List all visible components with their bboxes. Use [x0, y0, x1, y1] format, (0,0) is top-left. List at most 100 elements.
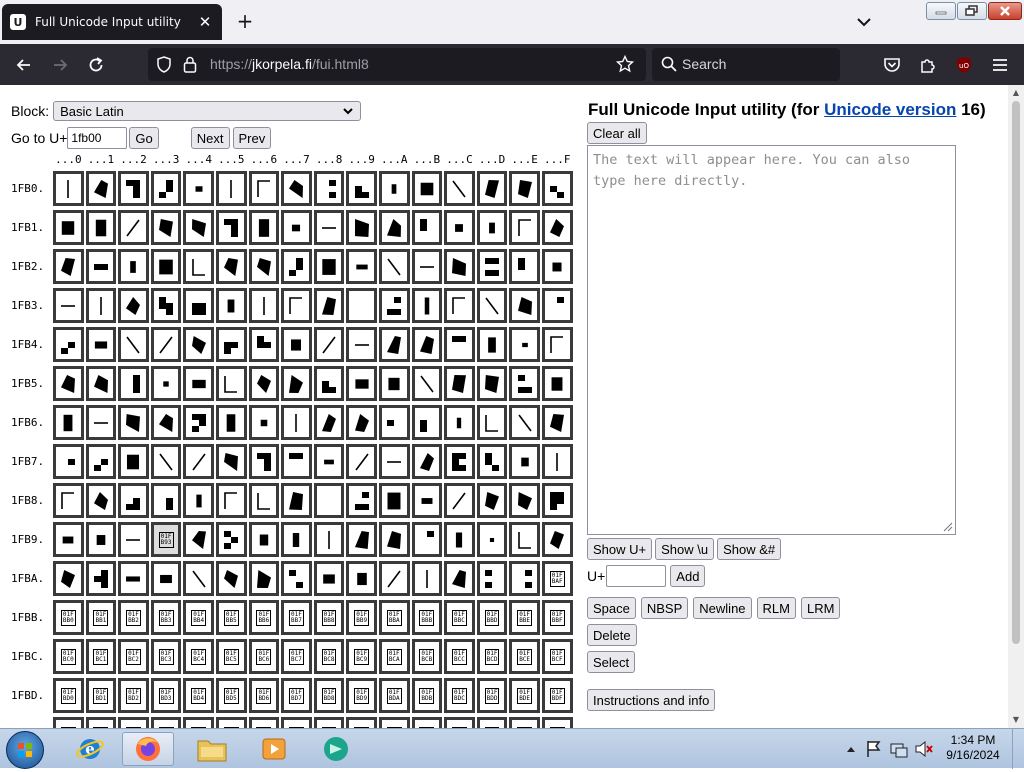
- back-button[interactable]: [11, 52, 37, 78]
- taskbar-firefox[interactable]: [122, 732, 174, 766]
- window-close-button[interactable]: [988, 2, 1022, 20]
- character-cell[interactable]: 01F BDA: [378, 678, 410, 713]
- character-cell[interactable]: [346, 522, 377, 557]
- character-cell[interactable]: [313, 522, 345, 557]
- character-cell[interactable]: [183, 405, 214, 440]
- character-cell[interactable]: [476, 288, 508, 323]
- character-cell[interactable]: [183, 327, 214, 362]
- character-cell[interactable]: [248, 405, 280, 440]
- character-cell[interactable]: [248, 249, 280, 284]
- character-cell[interactable]: [118, 522, 149, 557]
- character-cell[interactable]: [215, 405, 247, 440]
- character-cell[interactable]: 01F BCE: [509, 639, 540, 674]
- character-cell[interactable]: [411, 210, 443, 245]
- show-desktop-button[interactable]: [1012, 729, 1024, 769]
- character-cell[interactable]: 01F BDF: [541, 678, 573, 713]
- character-cell[interactable]: [313, 405, 345, 440]
- character-cell[interactable]: 01F BCC: [444, 639, 475, 674]
- character-cell[interactable]: [313, 366, 345, 401]
- character-cell[interactable]: 01F BB2: [118, 600, 149, 635]
- character-cell[interactable]: [541, 327, 573, 362]
- character-cell[interactable]: [411, 327, 443, 362]
- character-cell[interactable]: [281, 288, 312, 323]
- character-cell[interactable]: [313, 288, 345, 323]
- character-cell[interactable]: [411, 171, 443, 206]
- character-cell[interactable]: [183, 288, 214, 323]
- character-cell[interactable]: [85, 444, 117, 479]
- character-cell[interactable]: [411, 405, 443, 440]
- character-cell[interactable]: [53, 366, 84, 401]
- window-restore-button[interactable]: [957, 2, 987, 20]
- character-cell[interactable]: 01F BDD: [476, 678, 508, 713]
- character-cell[interactable]: [476, 171, 508, 206]
- character-cell[interactable]: 01F BB4: [183, 600, 214, 635]
- character-cell[interactable]: 01F BBF: [541, 600, 573, 635]
- next-button[interactable]: Next: [190, 127, 230, 149]
- character-cell[interactable]: [248, 210, 280, 245]
- character-cell[interactable]: [85, 249, 117, 284]
- character-cell[interactable]: [509, 522, 540, 557]
- list-all-tabs-button[interactable]: [854, 12, 874, 32]
- taskbar-file-explorer[interactable]: [186, 732, 238, 766]
- character-cell[interactable]: [53, 405, 84, 440]
- character-cell[interactable]: 01F BB1: [85, 600, 117, 635]
- character-cell[interactable]: [183, 483, 214, 518]
- character-cell[interactable]: [378, 561, 410, 596]
- character-cell[interactable]: 01F BB5: [215, 600, 247, 635]
- character-cell[interactable]: [215, 444, 247, 479]
- character-cell[interactable]: [411, 561, 443, 596]
- character-cell[interactable]: [444, 327, 475, 362]
- character-cell[interactable]: [53, 561, 84, 596]
- character-cell[interactable]: [444, 561, 475, 596]
- scroll-up-arrow-icon[interactable]: ▲: [1011, 88, 1021, 98]
- character-cell[interactable]: [118, 561, 149, 596]
- window-minimize-button[interactable]: [926, 2, 956, 20]
- character-cell[interactable]: 01FBE9: [346, 717, 377, 728]
- character-cell[interactable]: [118, 366, 149, 401]
- character-cell[interactable]: [118, 405, 149, 440]
- character-cell[interactable]: [378, 483, 410, 518]
- character-cell[interactable]: [411, 249, 443, 284]
- character-cell[interactable]: [411, 444, 443, 479]
- character-cell[interactable]: [476, 522, 508, 557]
- character-cell[interactable]: 01F BBD: [476, 600, 508, 635]
- character-cell[interactable]: [150, 444, 182, 479]
- select-button[interactable]: Select: [587, 651, 636, 673]
- tab-close-icon[interactable]: ✕: [196, 13, 214, 31]
- character-cell[interactable]: [346, 405, 377, 440]
- go-button[interactable]: Go: [129, 127, 159, 149]
- character-cell[interactable]: [313, 561, 345, 596]
- character-cell[interactable]: [313, 171, 345, 206]
- character-cell[interactable]: 01FBE6: [248, 717, 280, 728]
- show-backslash-u-button[interactable]: Show \u: [655, 538, 715, 560]
- character-cell[interactable]: [313, 249, 345, 284]
- character-cell[interactable]: 01FBE4: [183, 717, 214, 728]
- character-cell[interactable]: [346, 288, 377, 323]
- character-cell[interactable]: [85, 405, 117, 440]
- character-cell[interactable]: [215, 366, 247, 401]
- character-cell[interactable]: [411, 522, 443, 557]
- show-hidden-icons-icon[interactable]: [846, 745, 856, 753]
- character-cell[interactable]: [378, 288, 410, 323]
- character-cell[interactable]: [215, 483, 247, 518]
- codepoint-input[interactable]: [606, 565, 667, 587]
- character-cell[interactable]: [541, 522, 573, 557]
- character-cell[interactable]: [313, 483, 345, 518]
- character-cell[interactable]: 01F BDC: [444, 678, 475, 713]
- character-cell[interactable]: [346, 483, 377, 518]
- character-cell[interactable]: 01FBE5: [215, 717, 247, 728]
- character-cell[interactable]: [85, 327, 117, 362]
- character-cell[interactable]: 01F BB6: [248, 600, 280, 635]
- character-cell[interactable]: [476, 327, 508, 362]
- character-cell[interactable]: [53, 327, 84, 362]
- character-cell[interactable]: 01F BD7: [281, 678, 312, 713]
- character-cell[interactable]: 01FBEF: [541, 717, 573, 728]
- character-cell[interactable]: [248, 171, 280, 206]
- character-cell[interactable]: [509, 327, 540, 362]
- page-scrollbar[interactable]: ▲ ▼: [1008, 85, 1024, 728]
- resize-grip-icon[interactable]: [941, 520, 953, 532]
- character-cell[interactable]: [444, 249, 475, 284]
- character-cell[interactable]: [248, 366, 280, 401]
- character-cell[interactable]: [509, 171, 540, 206]
- character-cell[interactable]: 01F BC5: [215, 639, 247, 674]
